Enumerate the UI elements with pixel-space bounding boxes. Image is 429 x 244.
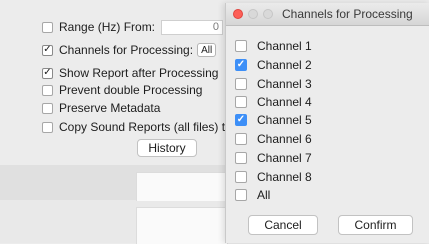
show-report-option[interactable]: ✓ Show Report after Processing — [42, 65, 218, 81]
channel-checkbox[interactable]: ✓ — [235, 114, 247, 126]
channel-checkbox[interactable] — [235, 40, 247, 52]
channel-option[interactable]: Channel 8 — [235, 169, 312, 185]
channels-option[interactable]: ✓ Channels for Processing: All — [42, 42, 217, 58]
channel-option[interactable]: Channel 4 — [235, 94, 312, 110]
preserve-metadata-option[interactable]: Preserve Metadata — [42, 100, 160, 116]
channel-checkbox[interactable] — [235, 171, 247, 183]
copy-reports-checkbox[interactable] — [42, 121, 53, 133]
channel-option[interactable]: Channel 1 — [235, 38, 312, 54]
show-report-label: Show Report after Processing — [59, 66, 219, 80]
channel-label: All — [257, 188, 271, 202]
channel-option[interactable]: Channel 7 — [235, 150, 312, 166]
channel-label: Channel 1 — [257, 39, 312, 53]
channel-checkbox[interactable]: ✓ — [235, 59, 247, 71]
channel-label: Channel 8 — [257, 170, 312, 184]
channel-checkbox[interactable] — [235, 78, 247, 90]
copy-reports-label: Copy Sound Reports (all files) to — [59, 120, 232, 134]
channel-option[interactable]: Channel 6 — [235, 131, 312, 147]
channels-label: Channels for Processing: — [59, 43, 194, 57]
channels-select-button[interactable]: All — [197, 43, 217, 57]
channel-option[interactable]: All — [235, 187, 270, 203]
background-pane — [136, 207, 228, 244]
channel-checkbox[interactable] — [235, 152, 247, 164]
preserve-metadata-checkbox[interactable] — [42, 102, 53, 114]
prevent-double-label: Prevent double Processing — [59, 83, 203, 97]
cancel-button[interactable]: Cancel — [248, 215, 318, 235]
channel-option[interactable]: ✓ Channel 2 — [235, 57, 312, 73]
range-checkbox[interactable] — [42, 21, 53, 33]
background-pane — [136, 172, 228, 201]
zoom-window-icon[interactable] — [263, 9, 273, 19]
channel-label: Channel 6 — [257, 132, 312, 146]
close-window-icon[interactable] — [233, 9, 243, 19]
copy-reports-option[interactable]: Copy Sound Reports (all files) to — [42, 119, 232, 135]
confirm-button[interactable]: Confirm — [338, 215, 413, 235]
channel-label: Channel 5 — [257, 113, 312, 127]
channels-dialog: Channels for Processing Channel 1 ✓ Channe… — [225, 3, 429, 243]
history-button[interactable]: History — [137, 139, 197, 157]
minimize-window-icon[interactable] — [248, 9, 258, 19]
channel-checkbox[interactable] — [235, 96, 247, 108]
channel-checkbox[interactable] — [235, 133, 247, 145]
channel-label: Channel 3 — [257, 77, 312, 91]
channel-checkbox[interactable] — [235, 189, 247, 201]
channel-label: Channel 2 — [257, 58, 312, 72]
preserve-metadata-label: Preserve Metadata — [59, 101, 161, 115]
channel-option[interactable]: ✓ Channel 5 — [235, 112, 312, 128]
range-option[interactable]: Range (Hz) From: 0 — [42, 19, 234, 35]
channel-label: Channel 7 — [257, 151, 312, 165]
dialog-titlebar[interactable]: Channels for Processing — [226, 3, 429, 26]
channel-label: Channel 4 — [257, 95, 312, 109]
prevent-double-option[interactable]: Prevent double Processing — [42, 82, 202, 98]
range-label: Range (Hz) From: — [59, 20, 156, 34]
channel-option[interactable]: Channel 3 — [235, 76, 312, 92]
dialog-title: Channels for Processing — [282, 7, 413, 21]
channels-checkbox[interactable]: ✓ — [42, 44, 53, 56]
prevent-double-checkbox[interactable] — [42, 84, 53, 96]
range-from-input[interactable]: 0 — [161, 19, 224, 35]
show-report-checkbox[interactable]: ✓ — [42, 67, 53, 79]
